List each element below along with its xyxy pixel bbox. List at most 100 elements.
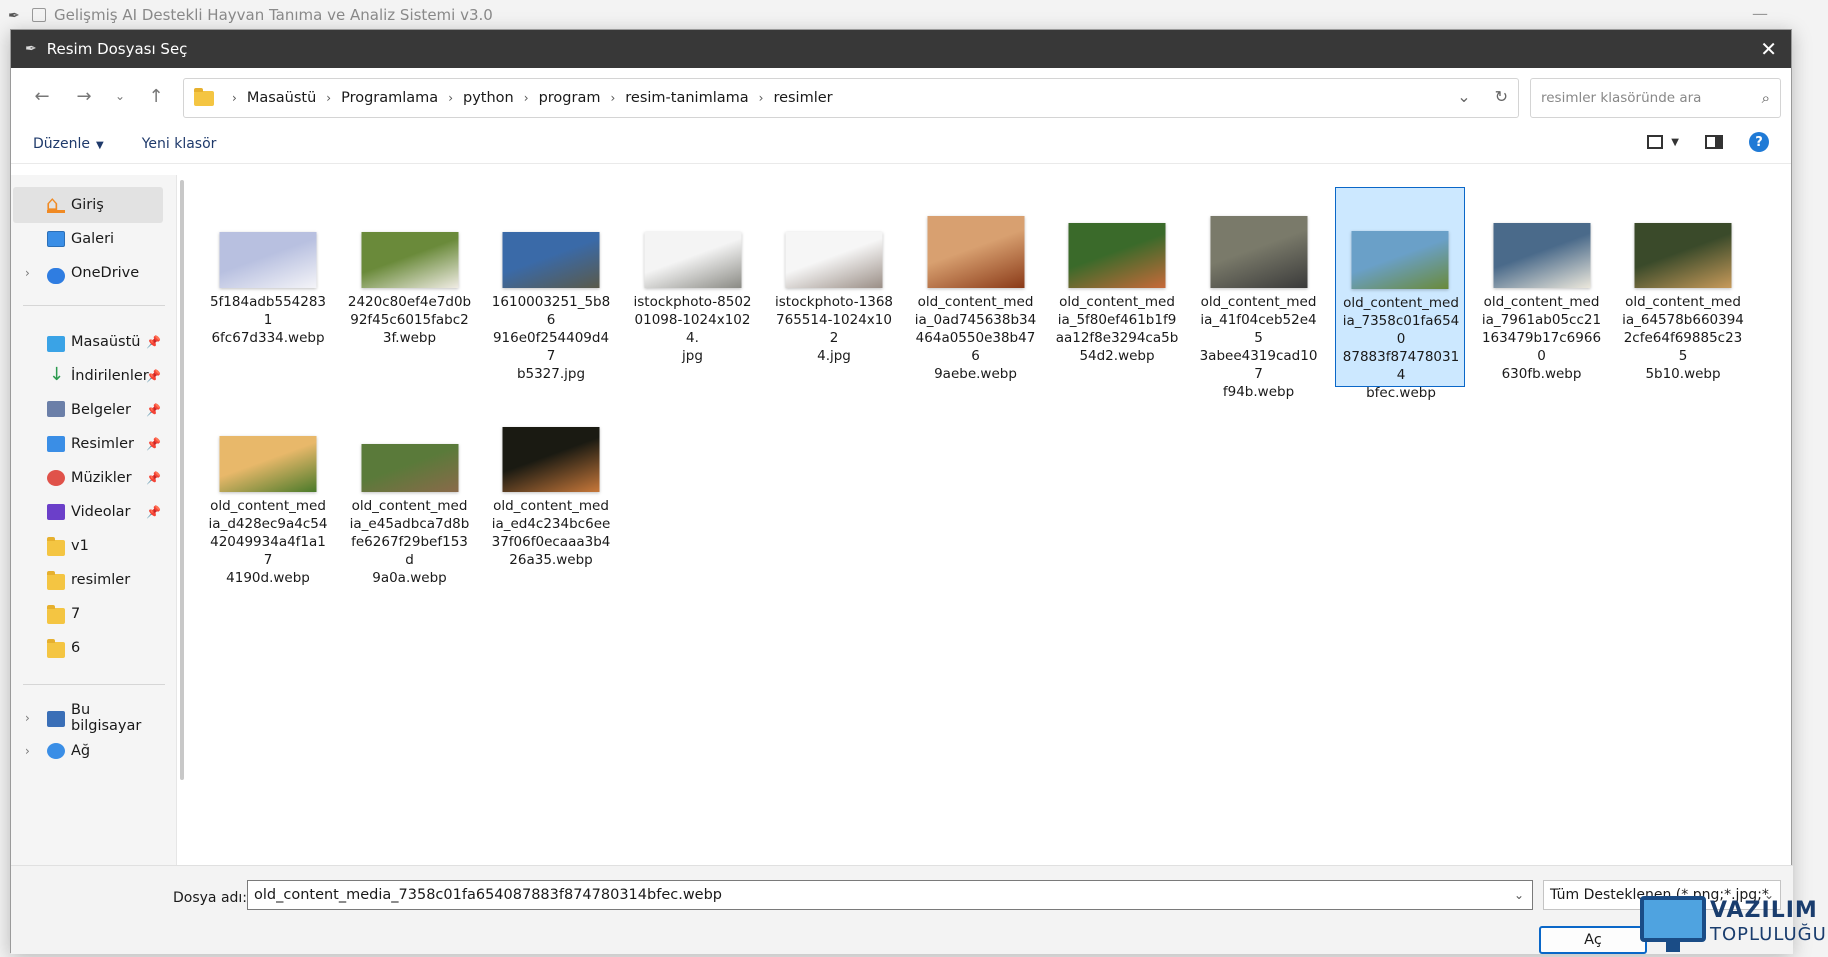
sidebar-item-folder-7[interactable]: 7 (13, 596, 163, 632)
file-item[interactable]: old_content_med ia_7358c01fa6540 87883f874… (1335, 187, 1465, 401)
file-open-dialog: ✒ Resim Dosyası Seç ✕ ← → ⌄ ↑ › Masaüstü… (10, 29, 1793, 954)
pin-icon[interactable]: 📌 (146, 471, 161, 485)
file-item[interactable]: old_content_med ia_0ad745638b34 464a0550e3… (911, 187, 1041, 387)
file-name-line: 6fc67d334.webp (211, 330, 325, 346)
filename-combobox[interactable]: ⌄ (247, 880, 1533, 910)
file-item[interactable]: old_content_med ia_d428ec9a4c54 42049934a4… (203, 391, 333, 591)
sidebar-item-label: v1 (71, 538, 89, 554)
search-input[interactable] (1541, 90, 1762, 106)
chevron-right-icon[interactable]: › (25, 744, 30, 758)
sidebar-item-pictures[interactable]: Resimler 📌 (13, 426, 163, 462)
sidebar-item-music[interactable]: Müzikler 📌 (13, 460, 163, 496)
filename-label: Dosya adı: (173, 890, 248, 906)
sidebar-item-gallery[interactable]: Galeri (13, 221, 163, 257)
sidebar-item-folder-6[interactable]: 6 (13, 630, 163, 666)
sidebar-item-desktop[interactable]: Masaüstü 📌 (13, 324, 163, 360)
chevron-right-icon[interactable]: › (759, 91, 764, 105)
address-actions: ⌄ ↻ (1457, 87, 1508, 106)
sidebar-scrollbar[interactable] (180, 180, 184, 780)
file-name-line: 3abee4319cad107 (1199, 348, 1318, 382)
sidebar-item-downloads[interactable]: İndirilenler 📌 (13, 358, 163, 394)
file-item[interactable]: old_content_med ia_ed4c234bc6ee 37f06f0eca… (486, 391, 616, 591)
chevron-right-icon[interactable]: › (232, 91, 237, 105)
address-bar[interactable]: › Masaüstü › Programlama › python › prog… (183, 78, 1519, 118)
file-name-line: ia_5f80ef461b1f9 (1057, 312, 1177, 328)
home-icon (46, 191, 65, 215)
new-folder-button[interactable]: Yeni klasör (142, 136, 217, 152)
file-item[interactable]: old_content_med ia_64578b660394 2cfe64f698… (1618, 187, 1748, 387)
view-mode-icon[interactable] (1647, 135, 1664, 149)
file-name-line: 2cfe64f69885c235 (1623, 330, 1743, 364)
chevron-right-icon[interactable]: › (610, 91, 615, 105)
chevron-right-icon[interactable]: › (524, 91, 529, 105)
file-name-line: 4190d.webp (226, 570, 310, 586)
sidebar-item-label: 6 (71, 640, 81, 656)
file-item[interactable]: old_content_med ia_5f80ef461b1f9 aa12f8e32… (1052, 187, 1182, 387)
back-arrow-icon[interactable]: ← (21, 78, 63, 114)
sidebar-item-videos[interactable]: Videolar 📌 (13, 494, 163, 530)
breadcrumb-item[interactable]: Programlama (341, 90, 438, 106)
file-item[interactable]: old_content_med ia_41f04ceb52e45 3abee4319… (1194, 187, 1324, 400)
organize-menu-button[interactable]: Düzenle ▼ (33, 136, 104, 152)
help-icon[interactable]: ? (1749, 132, 1769, 152)
command-bar: Düzenle ▼ Yeni klasör ▼ ? (11, 124, 1791, 164)
close-icon[interactable]: ✕ (1760, 37, 1777, 61)
file-name-line: 9a0a.webp (372, 570, 447, 586)
recent-locations-chevron-icon[interactable]: ⌄ (105, 78, 135, 114)
minimize-icon[interactable]: — (1752, 4, 1768, 23)
pin-icon[interactable]: 📌 (146, 403, 161, 417)
file-item[interactable]: old_content_med ia_e45adbca7d8b fe6267f29b… (345, 391, 475, 591)
folder-icon (47, 571, 65, 590)
file-name-line: 87883f874780314 (1342, 349, 1460, 383)
pin-icon[interactable]: 📌 (146, 369, 161, 383)
sidebar-item-this-pc[interactable]: › Bu bilgisayar (13, 700, 163, 736)
image-thumbnail (785, 232, 883, 288)
image-thumbnail (644, 232, 741, 288)
file-name: istockphoto-1368 765514-1024x102 4.jpg (769, 293, 899, 365)
network-icon (47, 743, 65, 759)
search-icon[interactable]: ⌕ (1762, 89, 1770, 107)
chevron-right-icon[interactable]: › (25, 266, 30, 280)
breadcrumb-item[interactable]: resim-tanimlama (625, 90, 748, 106)
breadcrumb-item[interactable]: python (463, 90, 514, 106)
file-item[interactable]: 2420c80ef4e7d0b 92f45c6015fabc2 3f.webp (345, 187, 475, 387)
file-name-line: 765514-1024x102 (776, 312, 892, 346)
file-item[interactable]: istockphoto-8502 01098-1024x1024. jpg (628, 187, 758, 387)
filename-input[interactable] (254, 887, 1506, 903)
forward-arrow-icon[interactable]: → (63, 78, 105, 114)
caret-down-icon[interactable]: ▼ (1671, 137, 1679, 148)
preview-pane-icon[interactable] (1705, 135, 1723, 149)
watermark-line2: TOPLULUĞU (1710, 924, 1827, 945)
refresh-icon[interactable]: ↻ (1495, 87, 1508, 106)
folder-icon (47, 639, 65, 658)
chevron-right-icon[interactable]: › (25, 711, 30, 725)
sidebar-item-network[interactable]: › Ağ (13, 733, 163, 769)
chevron-right-icon[interactable]: › (326, 91, 331, 105)
chevron-down-icon[interactable]: ⌄ (1506, 888, 1532, 902)
chevron-down-icon[interactable]: ⌄ (1457, 87, 1470, 106)
sidebar-item-home[interactable]: Giriş (13, 187, 163, 223)
file-item[interactable]: 1610003251_5b86 916e0f254409d47 b5327.jpg (486, 187, 616, 387)
open-button[interactable]: Aç (1539, 926, 1647, 954)
file-item[interactable]: old_content_med ia_7961ab05cc21 163479b17c… (1477, 187, 1607, 387)
pin-icon[interactable]: 📌 (146, 437, 161, 451)
pin-icon[interactable]: 📌 (146, 505, 161, 519)
sidebar-item-folder-resimler[interactable]: resimler (13, 562, 163, 598)
file-name-line: old_content_med (1625, 294, 1741, 310)
chevron-right-icon[interactable]: › (448, 91, 453, 105)
sidebar-item-folder-v1[interactable]: v1 (13, 528, 163, 564)
up-arrow-icon[interactable]: ↑ (135, 78, 177, 114)
search-box[interactable]: ⌕ (1530, 78, 1781, 118)
image-thumbnail (1493, 223, 1590, 288)
file-item[interactable]: istockphoto-1368 765514-1024x102 4.jpg (769, 187, 899, 387)
sidebar-item-onedrive[interactable]: › OneDrive (13, 255, 163, 291)
breadcrumb-item[interactable]: program (539, 90, 601, 106)
pin-icon[interactable]: 📌 (146, 335, 161, 349)
file-item[interactable]: 5f184adb5542831 6fc67d334.webp (203, 187, 333, 387)
breadcrumb-item[interactable]: resimler (773, 90, 832, 106)
file-name-line: istockphoto-1368 (775, 294, 893, 310)
image-thumbnail (502, 427, 600, 492)
file-name-line: bfec.webp (1366, 385, 1436, 401)
sidebar-item-documents[interactable]: Belgeler 📌 (13, 392, 163, 428)
breadcrumb-item[interactable]: Masaüstü (247, 90, 316, 106)
